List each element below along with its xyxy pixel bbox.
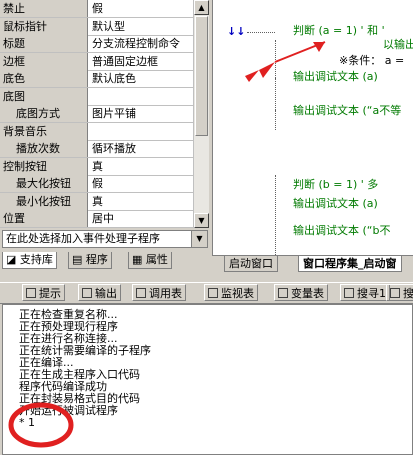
property-row[interactable]: 背景音乐 — [0, 122, 208, 141]
property-grid: 禁止假鼠标指针 默认型 标题 分支流程控制命令 边框 普通固定边框 底色 默认底色 底图 底图方式… — [0, 0, 209, 228]
property-row[interactable]: 鼠标指针 默认型 — [0, 17, 208, 36]
property-name: 底图 — [0, 87, 88, 105]
tab-startup-window[interactable]: 启动窗口 — [224, 256, 278, 272]
property-row[interactable]: 底图方式 图片平铺 — [0, 105, 208, 123]
search-icon — [390, 288, 400, 298]
code-editor[interactable]: ↓↓ 判断 (a = 1) ' 和 ' 以输出 ※条件： a = 输出调试文本 … — [212, 0, 413, 255]
property-value[interactable]: 图片平铺 — [92, 105, 136, 122]
event-select[interactable]: 在此处选择加入事件处理子程序 ▼ — [2, 230, 208, 248]
chevron-down-icon[interactable]: ▼ — [191, 231, 207, 247]
red-circle-annotation — [8, 402, 74, 448]
property-name: 最小化按钮 — [0, 192, 88, 210]
property-row[interactable]: 底图 — [0, 87, 208, 106]
property-row[interactable]: 底色 默认底色 — [0, 70, 208, 88]
property-value[interactable]: 居中 — [92, 210, 114, 227]
variable-table-button[interactable]: 变量表 — [274, 284, 328, 301]
library-icon: ◪ — [6, 253, 17, 266]
property-name: 背景音乐 — [0, 122, 88, 140]
watch-table-button[interactable]: 监视表 — [204, 284, 258, 301]
property-name: 位置 — [0, 210, 88, 227]
properties-icon: ▦ — [132, 253, 143, 266]
property-scrollbar[interactable]: ▲ ▼ — [193, 0, 209, 228]
property-name: 控制按钮 — [0, 157, 88, 175]
property-name: 最大化按钮 — [0, 175, 88, 192]
property-row[interactable]: 禁止假 — [0, 0, 208, 18]
property-value[interactable]: 普通固定边框 — [92, 53, 158, 70]
property-name: 播放次数 — [0, 140, 88, 157]
property-value[interactable]: 默认底色 — [92, 70, 136, 87]
output-pane[interactable]: 正在检查重复名称... 正在预处理现行程序 正在进行名称连接... 正在统计需要编译的… — [2, 304, 413, 455]
property-row[interactable]: 最小化按钮真 — [0, 192, 208, 211]
property-value[interactable]: 真 — [92, 193, 103, 210]
scroll-up-icon[interactable]: ▲ — [194, 0, 209, 15]
search2-button[interactable]: 搜 — [386, 284, 413, 301]
property-name: 禁止 — [0, 0, 88, 17]
program-icon: ▤ — [72, 253, 83, 266]
tab-window-assembly[interactable]: 窗口程序集_启动窗 — [298, 256, 402, 272]
search1-button[interactable]: 搜寻1 — [340, 284, 390, 301]
property-value[interactable]: 循环播放 — [92, 140, 136, 157]
property-value[interactable]: 假 — [92, 175, 103, 192]
property-value[interactable]: 假 — [92, 0, 103, 17]
property-row[interactable]: 最大化按钮假 — [0, 175, 208, 193]
output-button[interactable]: 输出 — [78, 284, 121, 301]
watch-icon — [208, 288, 218, 298]
scroll-down-icon[interactable]: ▼ — [194, 213, 209, 228]
call-table-icon — [136, 288, 146, 298]
property-row[interactable]: 标题 分支流程控制命令 — [0, 35, 208, 53]
property-name: 边框 — [0, 52, 88, 70]
tab-properties[interactable]: ▦ 属性 — [128, 252, 172, 269]
annotation-arrows — [245, 41, 326, 82]
hint-icon — [26, 288, 36, 298]
property-row[interactable]: 播放次数 循环播放 — [0, 140, 208, 158]
property-value[interactable]: 真 — [92, 158, 103, 175]
call-table-button[interactable]: 调用表 — [132, 284, 186, 301]
property-value[interactable]: 默认型 — [92, 18, 125, 35]
editor-tabs: 启动窗口 窗口程序集_启动窗 — [212, 255, 413, 273]
search-icon — [344, 288, 354, 298]
hint-button[interactable]: 提示 — [22, 284, 65, 301]
property-row[interactable]: 位置 居中 — [0, 210, 208, 228]
property-row[interactable]: 控制按钮真 — [0, 157, 208, 176]
property-value[interactable]: 分支流程控制命令 — [92, 35, 180, 52]
property-name: 标题 — [0, 35, 88, 52]
property-name: 底色 — [0, 70, 88, 87]
output-icon — [82, 288, 92, 298]
left-panel-tabs: ◪ 支持库 ▤ 程序 ▦ 属性 — [0, 250, 210, 270]
event-select-label: 在此处选择加入事件处理子程序 — [6, 232, 160, 245]
tab-program[interactable]: ▤ 程序 — [68, 252, 112, 269]
variable-icon — [278, 288, 288, 298]
tab-support-library[interactable]: ◪ 支持库 — [2, 252, 57, 269]
scroll-thumb[interactable] — [195, 16, 208, 136]
property-name: 鼠标指针 — [0, 17, 88, 35]
output-toolbar: 提示 输出 调用表 监视表 变量表 搜寻1 搜 — [0, 282, 413, 304]
property-row[interactable]: 边框 普通固定边框 — [0, 52, 208, 71]
property-name: 底图方式 — [0, 105, 88, 122]
